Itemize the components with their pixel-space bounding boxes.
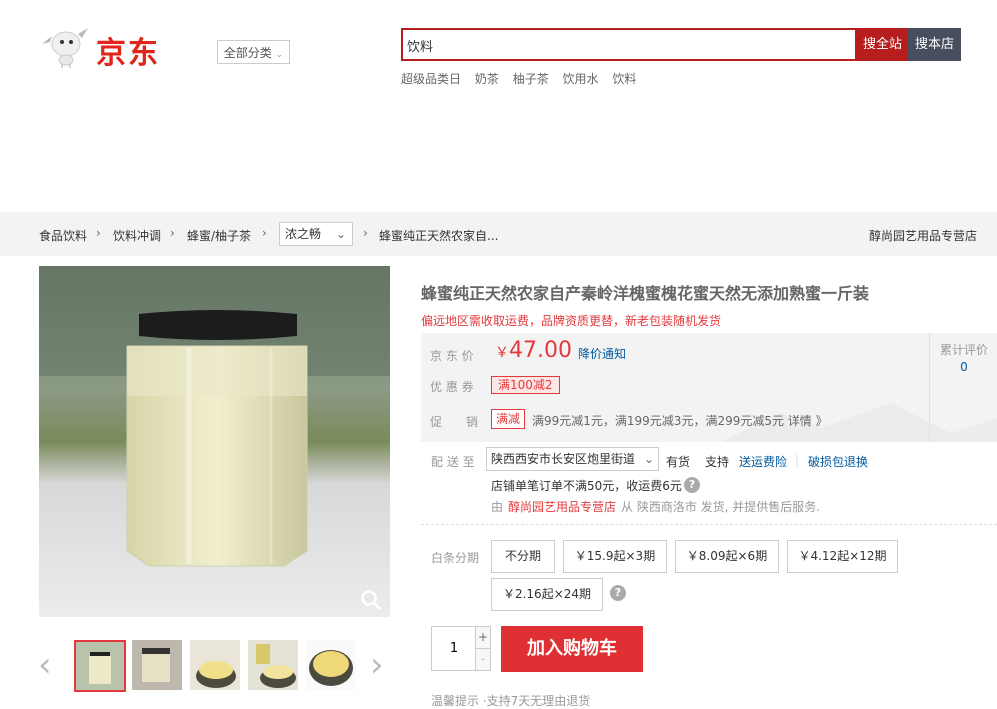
hot-word-link[interactable]: 超级品类日: [401, 72, 461, 86]
divider: [421, 524, 997, 525]
freight-note: 店铺单笔订单不满50元，收运费6元: [491, 479, 682, 493]
hot-word-link[interactable]: 饮料: [612, 72, 636, 86]
all-categories-button[interactable]: 全部分类 ⌄: [217, 40, 290, 64]
damage-return-link[interactable]: 破损包退换: [808, 453, 868, 470]
installment-option[interactable]: ￥4.12起×12期: [787, 540, 898, 573]
help-icon[interactable]: ?: [684, 477, 700, 493]
product-subtitle: 偏远地区需收取运费，品牌资质更替，新老包装随机发货: [421, 314, 722, 328]
product-title: 蜂蜜纯正天然农家自产秦岭洋槐蜜槐花蜜天然无添加熟蜜一斤装: [421, 284, 870, 303]
support-label: 支持: [705, 455, 730, 469]
coupon-badge[interactable]: 满100减2: [491, 376, 560, 394]
chevron-right-icon: ›: [96, 226, 101, 240]
thumbnail[interactable]: [74, 640, 126, 692]
ship-from-prefix: 由: [491, 500, 504, 514]
installment-option[interactable]: 不分期: [491, 540, 555, 573]
coupon-label: 优 惠 券: [430, 380, 474, 394]
breadcrumb-current: 蜂蜜纯正天然农家自...: [379, 229, 499, 243]
promo-label: 促 销: [430, 415, 479, 429]
ship-from-store-link[interactable]: 醇尚园艺用品专营店: [508, 498, 616, 515]
help-icon[interactable]: ?: [610, 585, 626, 601]
installment-option[interactable]: ￥2.16起×24期: [491, 578, 603, 611]
hot-words: 超级品类日 奶茶 柚子茶 饮用水 饮料: [401, 70, 646, 87]
jd-dog-mascot-icon: [42, 28, 88, 68]
quantity-input[interactable]: [432, 627, 476, 670]
review-summary[interactable]: 累计评价 0: [929, 333, 997, 442]
chevron-right-icon: ›: [170, 226, 175, 240]
price-label: 京 东 价: [430, 349, 474, 363]
price-panel: 京 东 价 ￥47.00 降价通知 累计评价 0 优 惠 券 满100减2 促 …: [421, 333, 997, 442]
promo-tag: 满减: [491, 409, 526, 429]
currency-symbol: ￥: [495, 345, 509, 361]
delivery-address-select[interactable]: 陕西西安市长安区炮里街道 ⌄: [486, 447, 659, 471]
store-name-link[interactable]: 醇尚园艺用品专营店: [869, 227, 977, 244]
chevron-down-icon: ⌄: [275, 50, 284, 60]
service-divider: |: [795, 453, 800, 467]
thumbnail[interactable]: [132, 640, 182, 690]
breadcrumb-item[interactable]: 蜂蜜/柚子茶: [187, 227, 251, 244]
product-price: ￥47.00: [495, 338, 572, 363]
chevron-right-icon: ›: [262, 226, 267, 240]
breadcrumb: 食品饮料 › 饮料冲调 › 蜂蜜/柚子茶 › 浓之畅 ⌄ › 蜂蜜纯正天然农家自…: [0, 212, 997, 256]
add-to-cart-button[interactable]: 加入购物车: [501, 626, 643, 672]
hot-word-link[interactable]: 奶茶: [475, 72, 499, 86]
review-label: 累计评价: [939, 343, 988, 357]
ship-from-suffix: 从 陕西商洛市 发货, 并提供售后服务.: [621, 500, 821, 514]
promo-text[interactable]: 满99元减1元，满199元减3元，满299元减5元 详情 》: [532, 412, 828, 429]
quantity-minus-button[interactable]: -: [475, 649, 490, 670]
installment-label: 白条分期: [431, 551, 480, 565]
price-notify-link[interactable]: 降价通知: [578, 345, 626, 362]
thumb-prev-arrow-icon[interactable]: ‹: [38, 648, 52, 682]
chevron-down-icon: ⌄: [335, 227, 346, 241]
delivery-address: 陕西西安市长安区炮里街道: [491, 452, 636, 466]
freight-insurance-link[interactable]: 送运费险: [739, 453, 787, 470]
zoom-icon[interactable]: [360, 589, 382, 611]
thumbnail[interactable]: [306, 640, 356, 690]
quantity-plus-button[interactable]: +: [475, 627, 490, 649]
honey-jar-image: [39, 266, 390, 617]
installment-option[interactable]: ￥8.09起×6期: [675, 540, 779, 573]
installment-option[interactable]: ￥15.9起×3期: [563, 540, 667, 573]
hot-word-link[interactable]: 饮用水: [563, 72, 599, 86]
search-box: [401, 28, 857, 61]
thumbnail[interactable]: [248, 640, 298, 690]
search-shop-button[interactable]: 搜本店: [908, 28, 961, 61]
brand-select-label: 浓之畅: [285, 227, 322, 241]
breadcrumb-item[interactable]: 食品饮料: [39, 227, 87, 244]
jd-logo-text[interactable]: 京东: [96, 28, 160, 72]
thumbnail[interactable]: [190, 640, 240, 690]
thumb-next-arrow-icon[interactable]: ›: [370, 648, 384, 682]
stock-status: 有货: [666, 455, 691, 469]
hot-word-link[interactable]: 柚子茶: [513, 72, 549, 86]
delivery-label: 配 送 至: [431, 455, 475, 469]
quantity-stepper: + -: [431, 626, 491, 671]
all-categories-label: 全部分类: [223, 46, 272, 60]
product-main-image[interactable]: [39, 266, 390, 617]
review-count: 0: [960, 360, 968, 374]
chevron-right-icon: ›: [363, 226, 368, 240]
search-all-button[interactable]: 搜全站: [857, 28, 908, 61]
breadcrumb-item[interactable]: 饮料冲调: [113, 227, 161, 244]
brand-select[interactable]: 浓之畅 ⌄: [279, 222, 353, 246]
price-value: 47.00: [509, 338, 572, 363]
search-input[interactable]: [407, 35, 847, 55]
chevron-down-icon: ⌄: [643, 448, 654, 470]
